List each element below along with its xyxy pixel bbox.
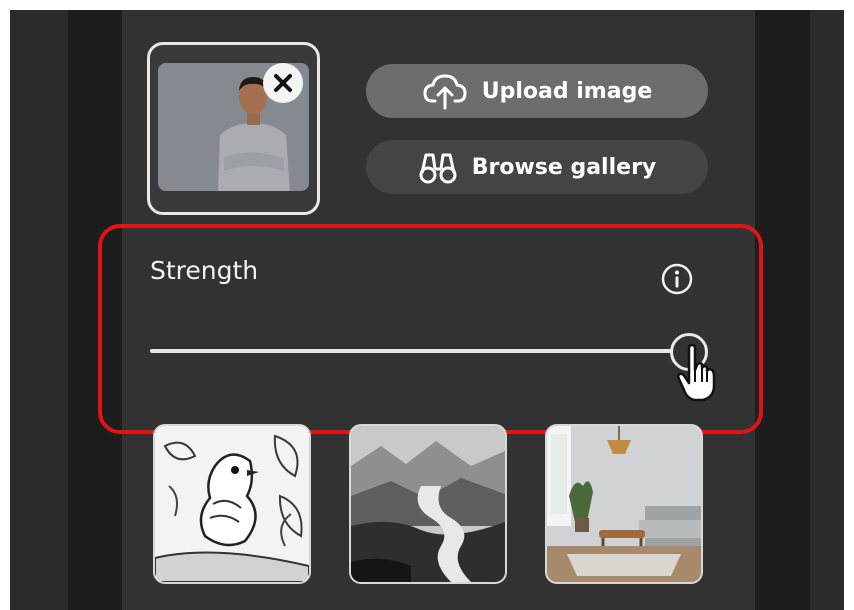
strength-slider-track[interactable] xyxy=(150,349,672,353)
info-icon[interactable] xyxy=(660,262,694,296)
strength-label: Strength xyxy=(150,256,259,285)
cloud-upload-icon xyxy=(423,74,467,110)
browse-gallery-label: Browse gallery xyxy=(471,154,657,180)
bird-sketch-sample[interactable] xyxy=(153,424,311,584)
remove-image-button[interactable] xyxy=(263,63,303,103)
upload-image-button[interactable]: Upload image xyxy=(366,64,708,118)
upload-image-label: Upload image xyxy=(481,78,653,104)
binoculars-icon xyxy=(419,153,457,184)
misty-river-sample[interactable] xyxy=(349,424,507,584)
browse-gallery-button[interactable]: Browse gallery xyxy=(366,140,708,194)
living-room-sample[interactable] xyxy=(545,424,703,584)
right-gutter xyxy=(755,10,810,610)
hand-cursor-icon xyxy=(676,344,716,402)
close-icon xyxy=(274,74,292,92)
